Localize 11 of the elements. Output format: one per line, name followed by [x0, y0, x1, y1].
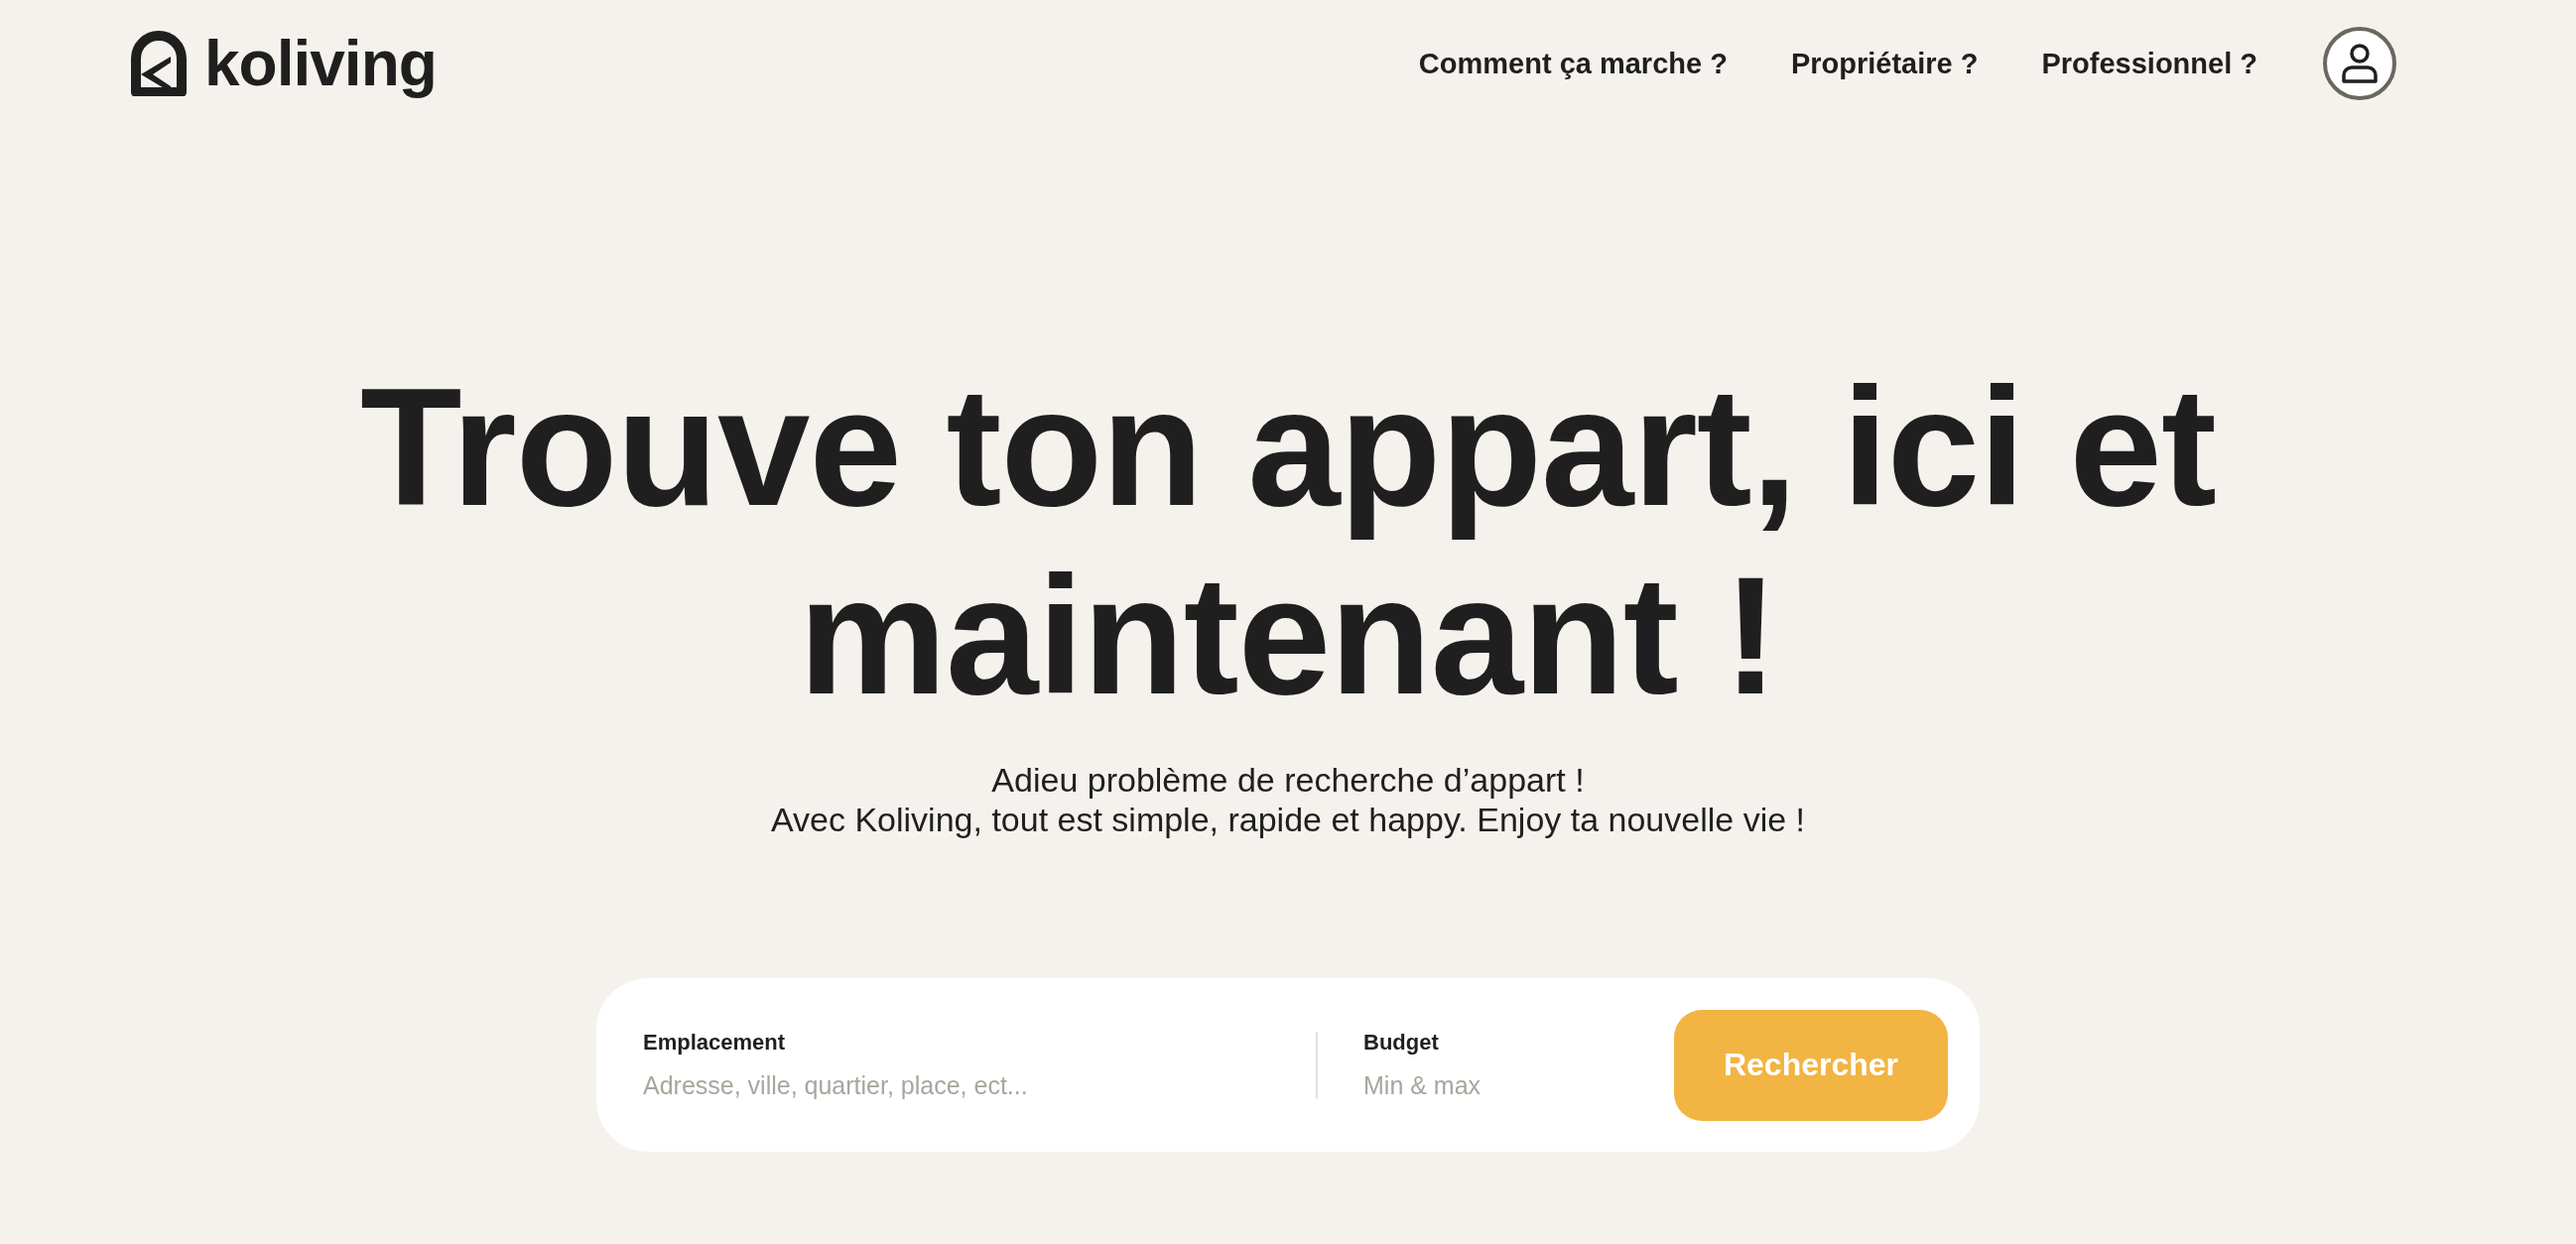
field-label: Budget	[1363, 1030, 1440, 1056]
logo-icon	[131, 31, 187, 96]
nav-link[interactable]: Propriétaire ?	[1790, 47, 1979, 80]
nav-link[interactable]: Professionnel ?	[2041, 47, 2257, 80]
hero-subtitle: Adieu problème de recherche d’appart ! Avec Koliving, tout est simple, rapide et happy. Enjoy ta nouvelle vie !	[771, 760, 1805, 839]
user-icon	[2340, 43, 2380, 84]
input-field[interactable]: Min & max	[1363, 1071, 1591, 1100]
nav-link[interactable]: Comment ça marche ?	[1418, 47, 1728, 80]
input-field[interactable]: Adresse, ville, quartier, place, ect...	[643, 1071, 1276, 1100]
hero-title: Trouve ton appart, ici et maintenant !	[359, 353, 2217, 730]
field-label: Emplacement	[643, 1030, 787, 1056]
